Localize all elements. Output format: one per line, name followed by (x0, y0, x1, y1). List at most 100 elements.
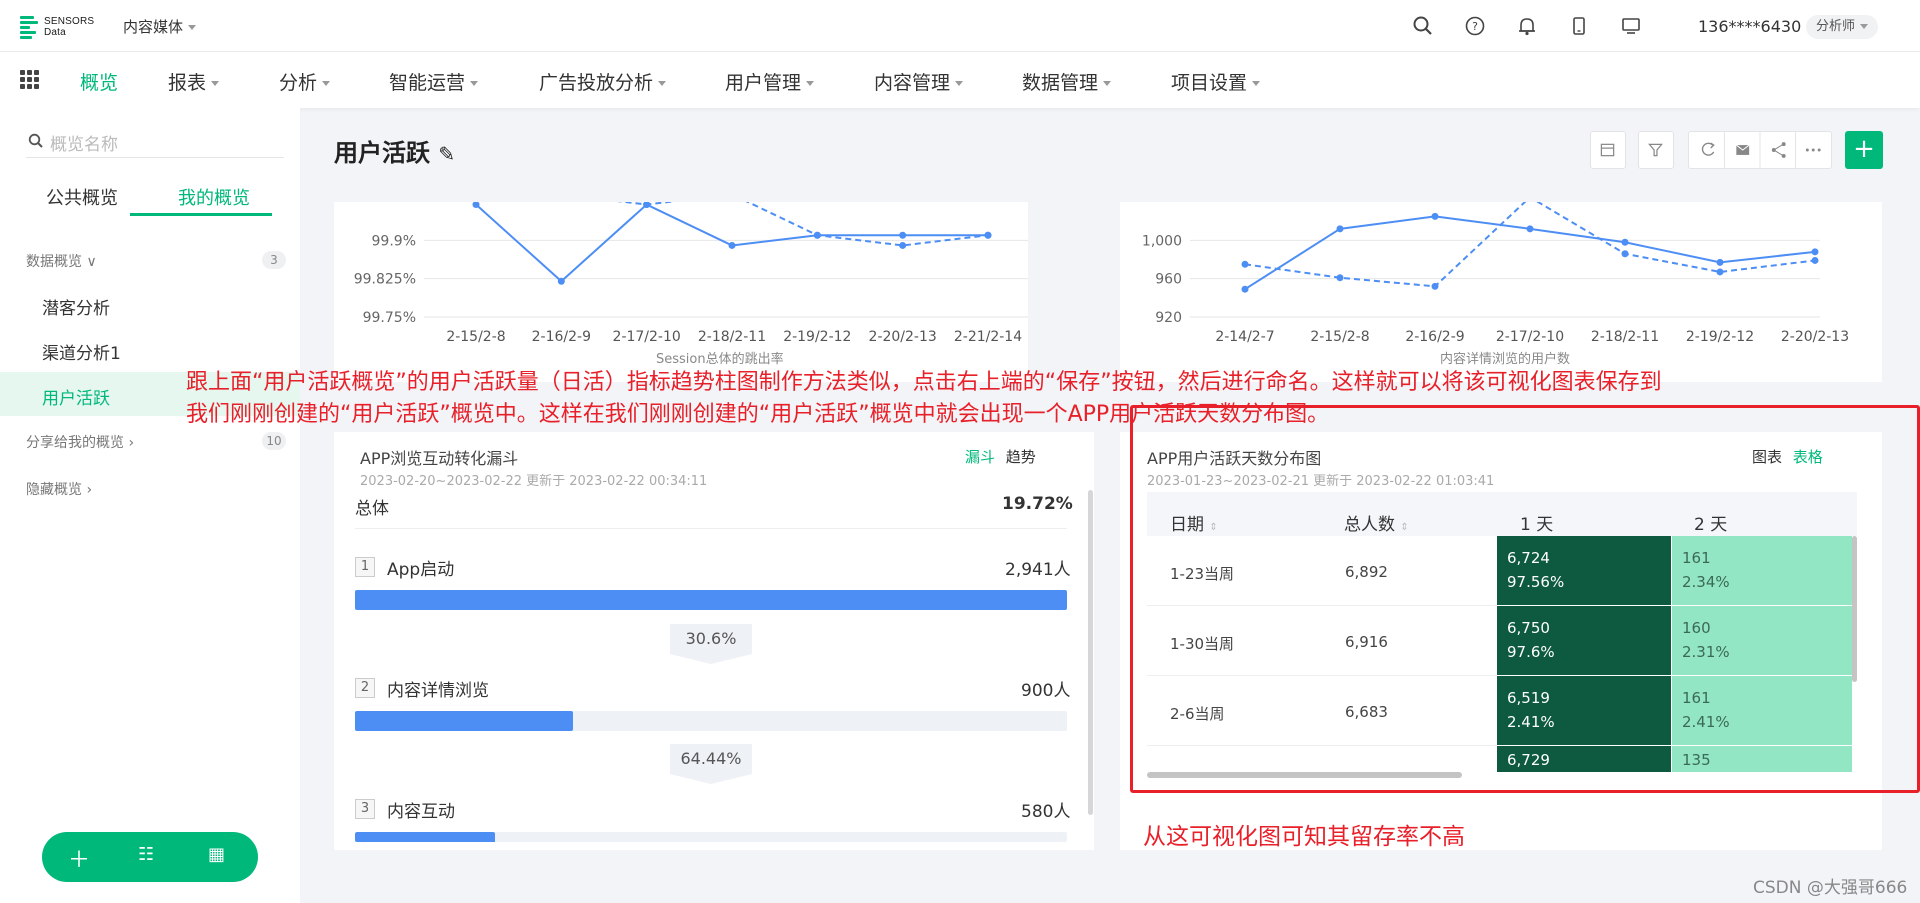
legend-label: Session总体的跳出率 (656, 351, 784, 367)
x-tick-label: 2-21/2-14 (954, 329, 1022, 345)
nav-project-settings-label: 项目设置 (1171, 72, 1248, 94)
data-point (984, 231, 992, 239)
plus-icon: + (1853, 134, 1875, 164)
chevron-down-icon: ∨ (86, 254, 97, 270)
refresh-icon[interactable] (1701, 142, 1715, 156)
nav-user-mgmt[interactable]: 用户管理 (725, 68, 815, 95)
data-point (1336, 274, 1344, 282)
series-line-1 (1244, 202, 1816, 288)
funnel-bar[interactable] (355, 590, 1067, 610)
logo-text-2: Data (44, 27, 66, 38)
toggle-trend[interactable]: 趋势 (1006, 448, 1036, 466)
funnel-bar[interactable] (355, 711, 573, 731)
y-tick-label: 1,000 (1142, 233, 1182, 249)
funnel-step-number: 2 (355, 678, 375, 698)
funnel-step-name: App启动 (387, 560, 455, 580)
funnel-scrollbar[interactable] (1088, 490, 1093, 815)
funnel-step-value: 2,941人 (1005, 560, 1071, 580)
group-data-overview[interactable]: 数据概览 ∨ (26, 251, 97, 271)
legend-label: 内容详情浏览的用户数 (1440, 351, 1570, 367)
grid-view-icon[interactable]: ▦ (208, 844, 225, 865)
sensors-logo[interactable]: SENSORS Data (20, 14, 100, 40)
sort-list-icon[interactable]: ☷ (138, 844, 154, 865)
add-icon[interactable]: ＋ (68, 842, 90, 874)
chevron-right-icon: › (86, 482, 93, 498)
logo-mark-icon (20, 14, 40, 40)
role-badge[interactable]: 分析师 (1806, 15, 1879, 39)
chevron-down-icon (470, 81, 479, 86)
line-chart-bounce-rate[interactable]: 99.9% 99.825% 99.75% 2-15/2-8 2-16/2-9 2-17/2… (334, 201, 1028, 382)
x-tick-label: 2-14/2-7 (1215, 329, 1274, 345)
nav-reports-label: 报表 (168, 72, 207, 94)
data-point (899, 231, 907, 239)
group-hidden[interactable]: 隐藏概览 › (26, 479, 92, 499)
mail-icon[interactable] (1736, 144, 1750, 155)
group-shared[interactable]: 分享给我的概览 › (26, 432, 134, 452)
x-tick-label: 2-16/2-9 (532, 329, 591, 345)
nav-ad-analysis[interactable]: 广告投放分析 (539, 68, 667, 95)
data-point (1811, 256, 1819, 264)
toolbar-button-group (1688, 131, 1832, 169)
chevron-down-icon (322, 81, 331, 86)
data-point (1431, 212, 1439, 220)
sidebar-item-channel[interactable]: 渠道分析1 (42, 339, 121, 364)
chevron-right-icon: › (128, 435, 135, 451)
data-point (1336, 225, 1344, 233)
data-point (1621, 250, 1629, 258)
nav-reports[interactable]: 报表 (168, 68, 220, 95)
data-point (1526, 225, 1534, 233)
nav-ad-analysis-label: 广告投放分析 (539, 72, 654, 94)
chevron-down-icon (211, 81, 220, 86)
chart-card-bounce-rate: 99.9% 99.825% 99.75% 2-15/2-8 2-16/2-9 2-17/2… (334, 201, 1028, 382)
sidebar-item-user-active[interactable]: 用户活跃 (42, 384, 110, 409)
mobile-icon[interactable] (1568, 15, 1590, 37)
series-line-1 (616, 202, 989, 247)
main-nav: 概览 报表 分析 智能运营 广告投放分析 用户管理 内容管理 数据管理 项目设置 (0, 52, 1920, 108)
search-icon[interactable] (1412, 15, 1434, 37)
nav-content-mgmt[interactable]: 内容管理 (874, 68, 964, 95)
project-switcher[interactable]: 内容媒体 (123, 16, 197, 37)
funnel-bar-track (355, 832, 1067, 842)
tab-public-overview[interactable]: 公共概览 (46, 184, 118, 210)
funnel-title[interactable]: APP浏览互动转化漏斗 (360, 445, 518, 469)
data-point (1716, 258, 1724, 266)
filter-button[interactable] (1638, 131, 1674, 169)
funnel-overall-label: 总体 (355, 499, 389, 519)
monitor-icon[interactable] (1620, 15, 1642, 37)
nav-analysis[interactable]: 分析 (279, 68, 331, 95)
data-point (1431, 282, 1439, 290)
data-point (813, 231, 821, 239)
search-icon (28, 133, 43, 148)
edit-pencil-icon[interactable]: ✎ (438, 142, 455, 166)
calendar-button[interactable] (1590, 131, 1626, 169)
more-icon[interactable] (1805, 148, 1821, 152)
funnel-bar-track (355, 590, 1067, 610)
line-chart-content-users[interactable]: 1,000 960 920 2-14/2-7 2-15/2-8 2-16/2-9 2-17/… (1120, 202, 1882, 382)
bell-icon[interactable] (1516, 15, 1538, 37)
data-point (1621, 238, 1629, 246)
add-widget-button[interactable]: + (1845, 131, 1883, 169)
svg-text:?: ? (1472, 20, 1478, 33)
chevron-down-icon (1860, 24, 1869, 29)
tab-my-overview[interactable]: 我的概览 (178, 184, 250, 210)
nav-data-mgmt[interactable]: 数据管理 (1022, 68, 1112, 95)
x-tick-label: 2-18/2-11 (1591, 329, 1659, 345)
annotation-conclusion: 从这可视化图可知其留存率不高 (1143, 824, 1465, 850)
nav-overview[interactable]: 概览 (80, 68, 118, 95)
nav-smart-ops[interactable]: 智能运营 (389, 68, 479, 95)
funnel-view-toggle: 漏斗 趋势 (965, 446, 1036, 467)
overview-search[interactable]: 概览名称 (26, 128, 284, 158)
share-icon[interactable] (1771, 142, 1786, 158)
toggle-funnel[interactable]: 漏斗 (965, 448, 995, 466)
funnel-bar-track (355, 711, 1067, 731)
nav-project-settings[interactable]: 项目设置 (1171, 68, 1261, 95)
annotation-highlight-box (1130, 405, 1920, 793)
funnel-bar[interactable] (355, 832, 496, 842)
help-icon[interactable]: ? (1464, 15, 1486, 37)
app-grid-icon[interactable] (20, 70, 40, 90)
group-hidden-label: 隐藏概览 (26, 482, 82, 498)
sidebar-item-prospect[interactable]: 潜客分析 (42, 294, 110, 319)
x-tick-label: 2-15/2-8 (446, 329, 505, 345)
search-input[interactable]: 概览名称 (50, 130, 118, 155)
user-account[interactable]: 136****6430 (1698, 17, 1801, 36)
